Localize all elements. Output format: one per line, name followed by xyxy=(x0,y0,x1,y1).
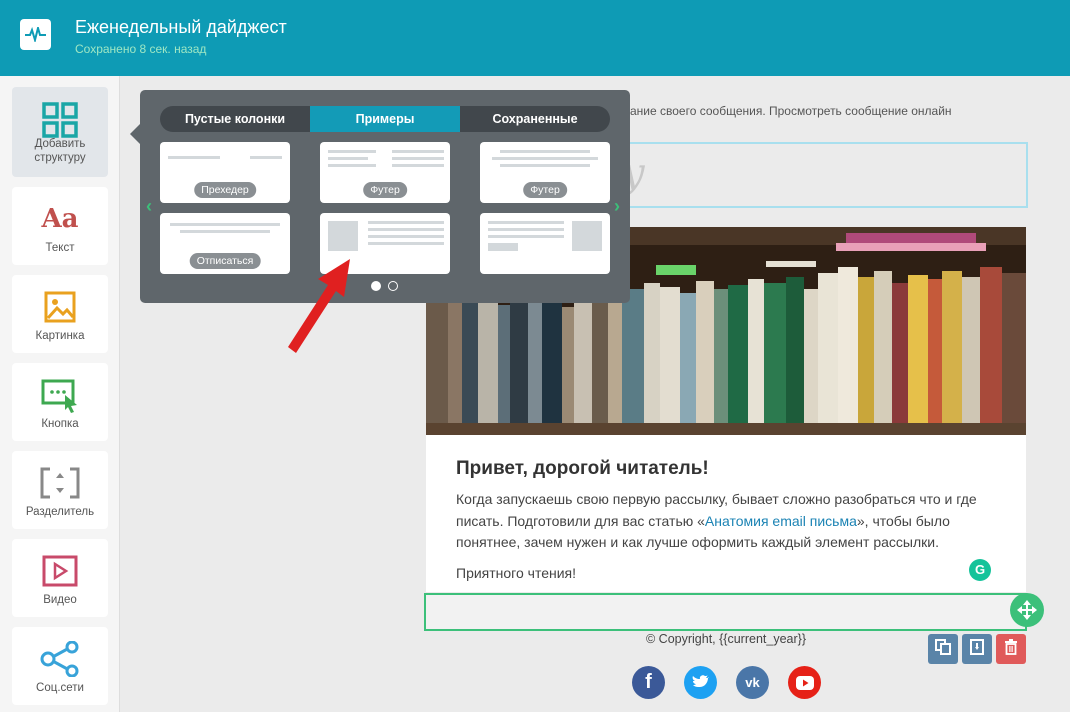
campaign-title[interactable]: Еженедельный дайджест xyxy=(75,17,287,38)
delete-button[interactable] xyxy=(996,634,1026,664)
template-unsubscribe[interactable]: Отписаться xyxy=(160,213,290,274)
tool-label: Видео xyxy=(43,594,77,606)
pagination-dot-active[interactable] xyxy=(371,281,381,291)
popup-tabs: Пустые колонки Примеры Сохраненные xyxy=(160,106,610,132)
facebook-icon[interactable]: f xyxy=(632,666,665,699)
save-icon xyxy=(969,638,985,660)
tool-label: Разделитель xyxy=(25,506,95,518)
email-heading[interactable]: Привет, дорогой читатель! xyxy=(456,458,709,480)
template-image-right[interactable] xyxy=(480,213,610,274)
structure-popup: Пустые колонки Примеры Сохраненные Прехе… xyxy=(140,90,630,303)
grammarly-icon[interactable]: G xyxy=(969,559,991,581)
template-footer-social[interactable]: Футер xyxy=(480,142,610,203)
chevron-left-icon[interactable]: ‹ xyxy=(146,196,152,217)
tool-label: Соц.сети xyxy=(36,682,84,694)
pagination-dot[interactable] xyxy=(388,281,398,291)
template-label: Футер xyxy=(363,182,407,198)
tool-label: Текст xyxy=(45,242,75,254)
template-footer-columns[interactable]: Футер xyxy=(320,142,450,203)
tab-empty-columns[interactable]: Пустые колонки xyxy=(160,106,310,132)
tool-image[interactable]: Картинка xyxy=(12,275,108,353)
image-icon xyxy=(12,289,108,325)
move-icon[interactable] xyxy=(1010,593,1044,627)
save-status: Сохранено 8 сек. назад xyxy=(75,42,207,56)
drop-zone[interactable] xyxy=(424,593,1027,631)
save-block-button[interactable] xyxy=(962,634,992,664)
tool-label: Кнопка xyxy=(41,418,79,430)
video-icon xyxy=(12,553,108,589)
copy-icon xyxy=(935,638,951,660)
template-label: Отписаться xyxy=(189,253,261,269)
tool-add-structure[interactable]: Добавить структуру xyxy=(12,87,108,177)
annotation-arrow-icon xyxy=(288,259,350,353)
tool-text[interactable]: Aa Текст xyxy=(12,187,108,265)
email-signoff[interactable]: Приятного чтения! xyxy=(456,565,576,581)
tool-label: Картинка xyxy=(35,330,85,342)
vk-icon[interactable]: vk xyxy=(736,666,769,699)
tool-social[interactable]: Соц.сети xyxy=(12,627,108,705)
top-header: Еженедельный дайджест Сохранено 8 сек. н… xyxy=(0,0,1070,76)
tool-label: Добавить структуру xyxy=(34,138,86,164)
youtube-icon[interactable] xyxy=(788,666,821,699)
trash-icon xyxy=(1003,638,1019,660)
popup-pointer xyxy=(130,124,140,144)
tool-video[interactable]: Видео xyxy=(12,539,108,617)
tool-divider[interactable]: Разделитель xyxy=(12,451,108,529)
text-icon: Aa xyxy=(41,204,79,234)
duplicate-button[interactable] xyxy=(928,634,958,664)
email-body-text[interactable]: Когда запускаешь свою первую рассылку, б… xyxy=(456,489,996,554)
template-preheader[interactable]: Прехедер xyxy=(160,142,290,203)
tab-examples[interactable]: Примеры xyxy=(310,106,460,132)
grid-icon xyxy=(12,102,108,138)
share-icon xyxy=(12,641,108,677)
logo-block[interactable]: y xyxy=(622,142,1028,208)
template-label: Прехедер xyxy=(194,182,256,198)
button-icon xyxy=(12,377,108,413)
twitter-icon[interactable] xyxy=(684,666,717,699)
article-link[interactable]: Анатомия email письма xyxy=(705,513,857,529)
tab-saved[interactable]: Сохраненные xyxy=(460,106,610,132)
template-label: Футер xyxy=(523,182,567,198)
divider-icon xyxy=(12,465,108,501)
tool-button[interactable]: Кнопка xyxy=(12,363,108,441)
tools-sidebar: Добавить структуру Aa Текст Картинка Кно… xyxy=(0,76,120,712)
app-logo-icon[interactable] xyxy=(20,19,51,50)
preheader-text[interactable]: ание своего сообщения. Просмотреть сообщ… xyxy=(630,104,952,118)
chevron-right-icon[interactable]: › xyxy=(614,196,620,217)
